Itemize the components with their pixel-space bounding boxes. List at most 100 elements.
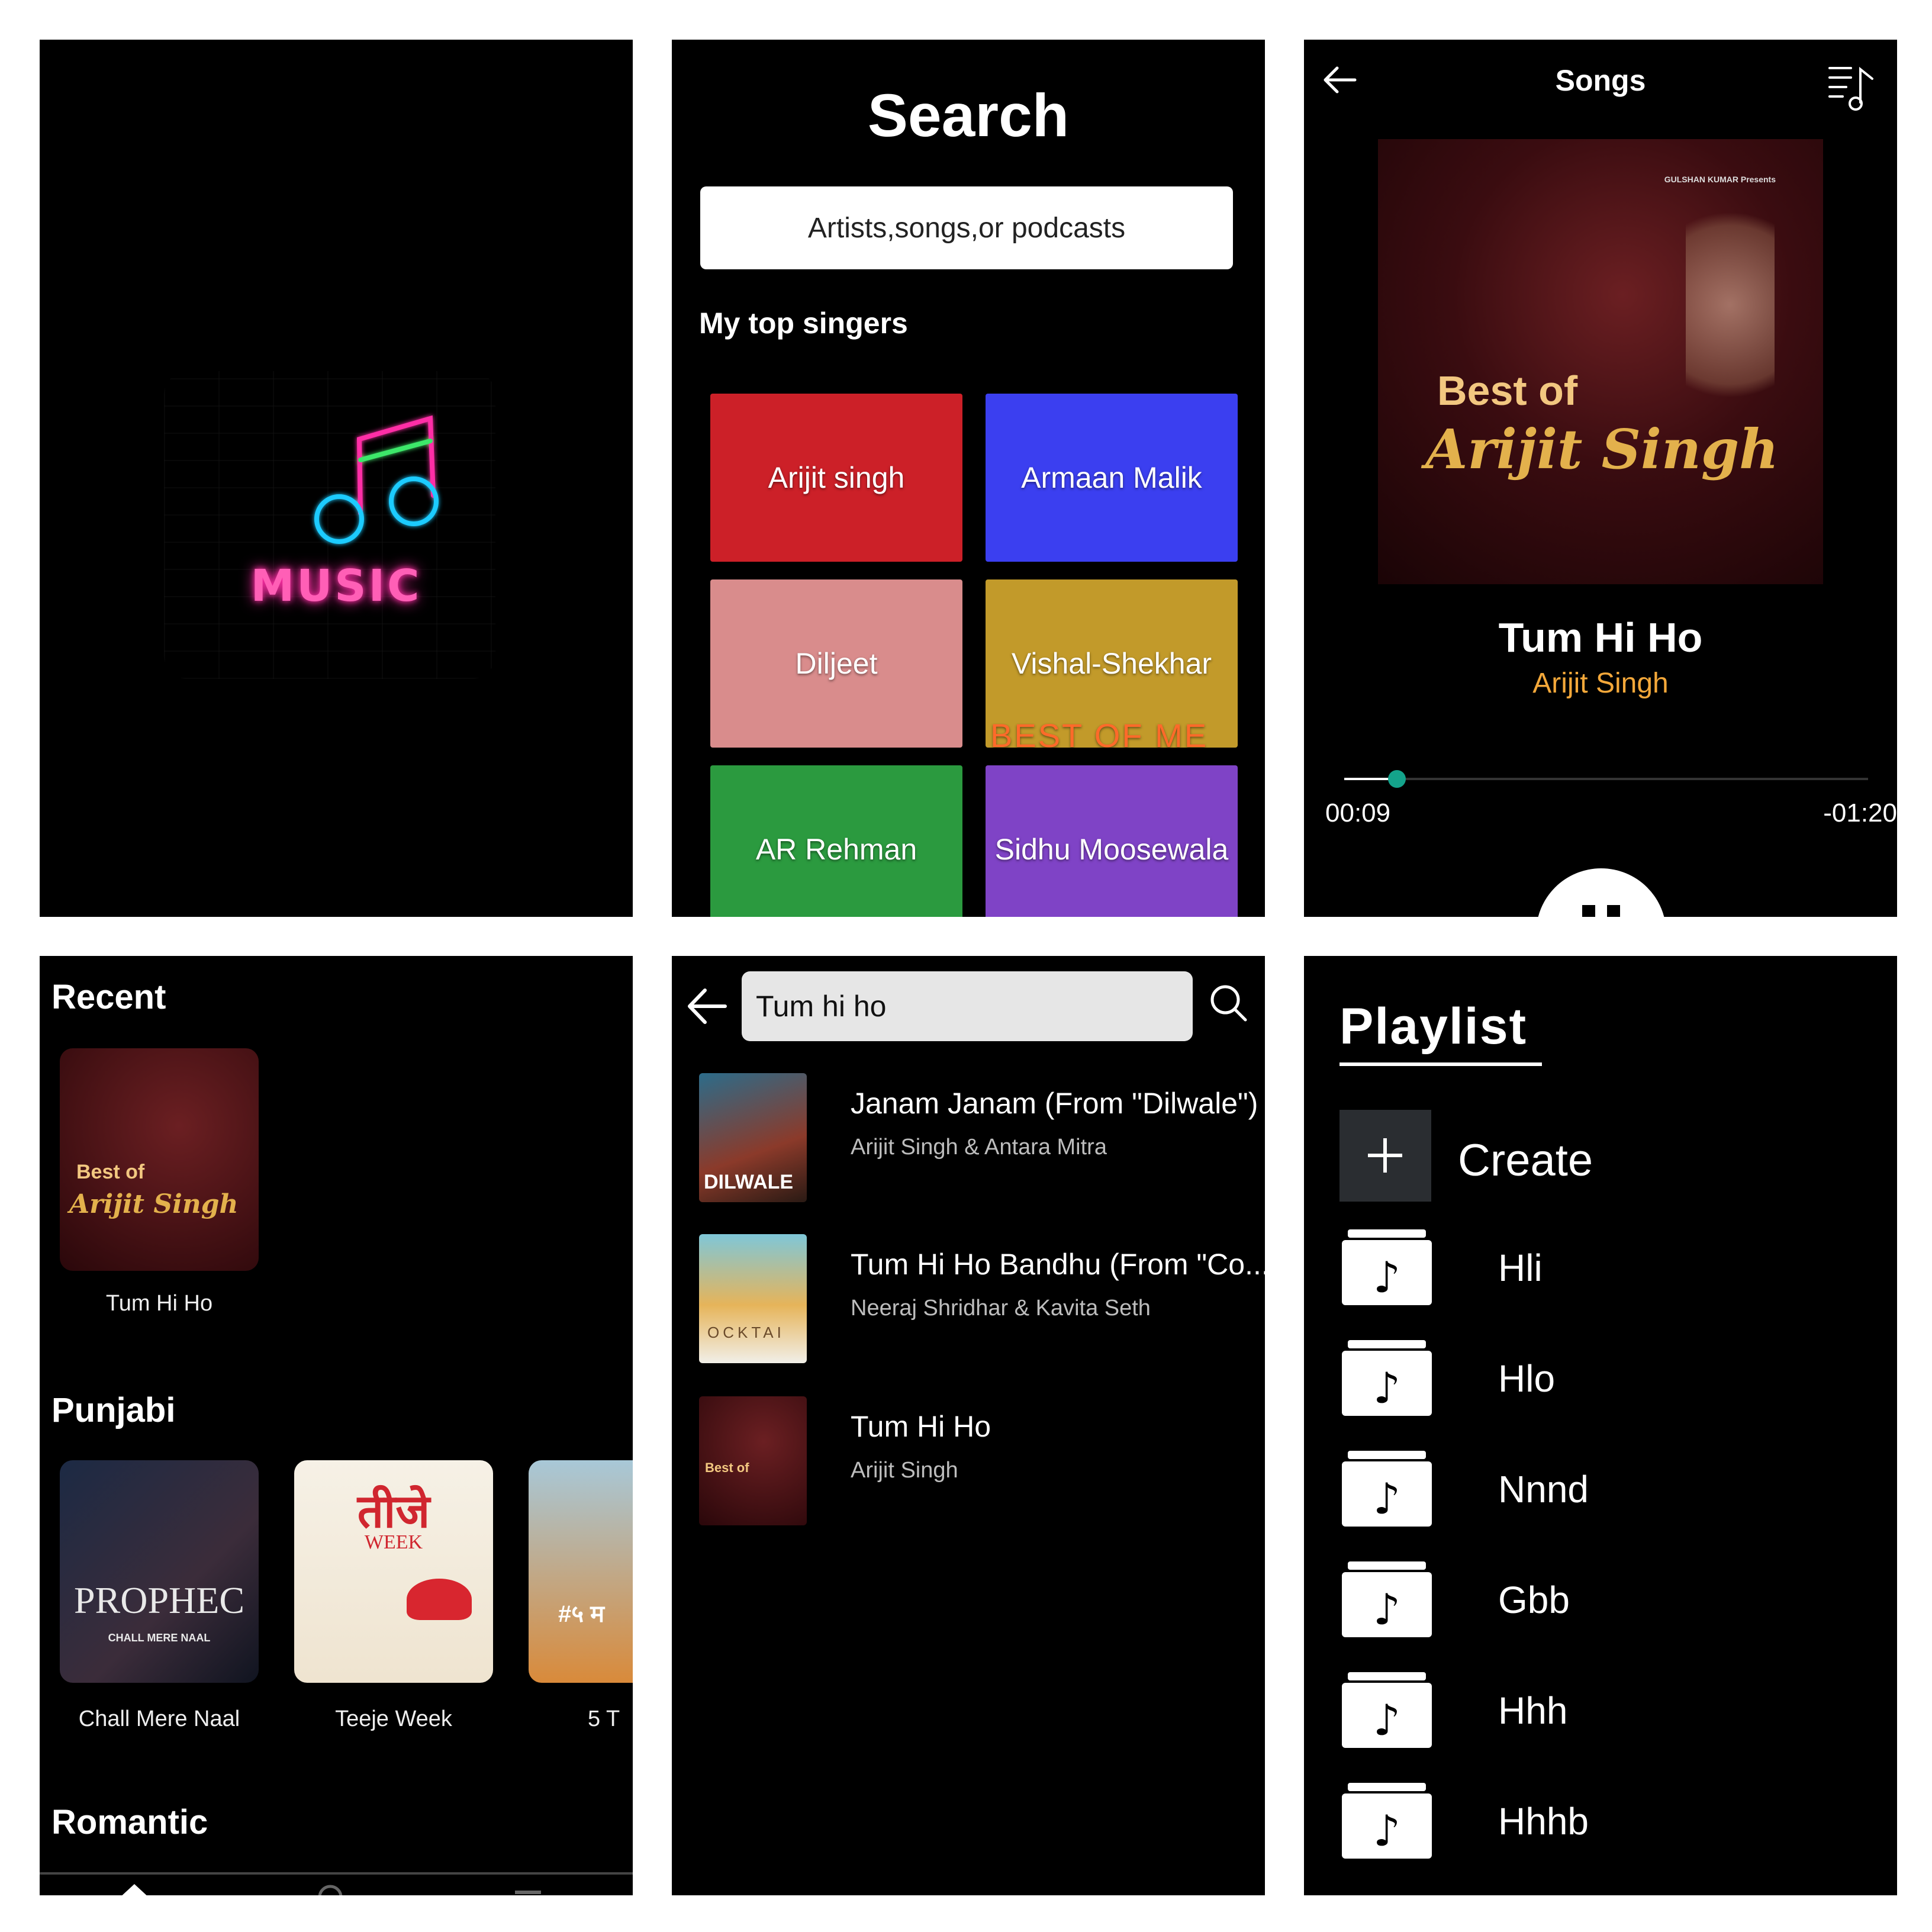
list-item[interactable]: Best of Tum Hi Ho Arijit Singh (699, 1396, 1250, 1527)
playlist-item[interactable]: ♪ Hlo (1339, 1339, 1872, 1422)
album-card[interactable]: तीजे WEEK (294, 1460, 493, 1683)
result-subtitle: Arijit Singh & Antara Mitra (851, 1135, 1107, 1160)
svg-text:♪: ♪ (1373, 1806, 1400, 1856)
music-folder-icon: ♪ (1342, 1340, 1432, 1416)
create-playlist-button[interactable] (1339, 1110, 1431, 1202)
thumbnail-text: OCKTAI (707, 1324, 785, 1341)
singer-tile[interactable]: Diljeet (710, 579, 962, 748)
cover-line2: Arijit Singh (1425, 417, 1779, 481)
result-thumbnail: OCKTAI (699, 1234, 807, 1363)
search-query: Tum hi ho (756, 990, 887, 1023)
svg-text:♪: ♪ (1373, 1474, 1400, 1524)
search-placeholder: Artists,songs,or podcasts (807, 212, 1126, 244)
svg-text:♪: ♪ (1373, 1252, 1400, 1302)
album-card-title: Chall Mere Naal (78, 1706, 240, 1731)
singer-tile-label: Arijit singh (768, 461, 905, 494)
result-title: Tum Hi Ho Bandhu (From "Co... (851, 1248, 1265, 1281)
music-folder-icon: ♪ (1342, 1783, 1432, 1859)
cover-line1: Best of (1437, 368, 1578, 414)
singer-tile-label: Vishal-Shekhar (1011, 647, 1212, 680)
singer-tile[interactable]: Armaan Malik (986, 394, 1238, 562)
back-arrow-icon[interactable] (685, 986, 729, 1027)
plus-icon (1368, 1138, 1402, 1173)
music-folder-icon: ♪ (1342, 1672, 1432, 1748)
library-icon[interactable] (510, 1886, 546, 1895)
pause-icon (1607, 905, 1620, 917)
svg-text:♪: ♪ (1373, 1695, 1400, 1745)
list-item[interactable]: OCKTAI Tum Hi Ho Bandhu (From "Co... Nee… (699, 1234, 1265, 1364)
cover-line1: Best of (76, 1161, 145, 1183)
section-title-punjabi: Punjabi (51, 1391, 176, 1429)
section-title: My top singers (699, 307, 908, 340)
pause-button[interactable] (1536, 868, 1666, 917)
playlist-name: Gbb (1498, 1579, 1570, 1621)
pause-icon (1582, 905, 1595, 917)
svg-text:♪: ♪ (1373, 1585, 1400, 1634)
search-results-screen: Tum hi ho DILWALE Janam Janam (From "Dil… (672, 956, 1265, 1895)
album-card-title: Tum Hi Ho (105, 1291, 213, 1316)
playlist-name: Nnnd (1498, 1468, 1589, 1511)
page-title: Playlist (1339, 998, 1528, 1055)
cover-title-text: #५ म (558, 1601, 605, 1627)
singer-tile[interactable]: AR Rehman (710, 765, 962, 917)
search-icon[interactable] (1208, 982, 1249, 1023)
playlist-name: Hhh (1498, 1689, 1568, 1732)
playlist-item[interactable]: ♪ Hhhb (1339, 1782, 1872, 1865)
album-card[interactable]: #५ म (529, 1460, 633, 1683)
playlist-name: Hhhb (1498, 1800, 1589, 1843)
section-title-recent: Recent (51, 978, 166, 1016)
turban-shape (407, 1579, 472, 1620)
result-subtitle: Arijit Singh (851, 1458, 958, 1483)
player-screen: Songs GULSHAN KUMAR Presents Best of Ari… (1304, 40, 1897, 917)
album-card-title: Teeje Week (335, 1706, 452, 1731)
queue-music-icon[interactable] (1825, 61, 1878, 114)
home-screen: Recent Best of Arijit Singh Tum Hi Ho Pu… (40, 956, 633, 1895)
thumbnail-text: DILWALE (704, 1171, 794, 1193)
album-card[interactable]: PROPHEC CHALL MERE NAAL (60, 1460, 259, 1683)
tile-overlay-text: BEST OF ME (990, 717, 1209, 748)
cover-title-text: PROPHEC (73, 1579, 245, 1621)
singer-photo (1686, 181, 1775, 429)
singer-tile-label: Diljeet (795, 647, 878, 680)
search-input[interactable]: Artists,songs,or podcasts (700, 186, 1233, 269)
page-title: Search (867, 82, 1070, 149)
playlist-item[interactable]: ♪ Hhh (1339, 1671, 1872, 1754)
result-title: Tum Hi Ho (851, 1410, 991, 1443)
bottom-nav (40, 1872, 633, 1895)
cover-line2: Arijit Singh (69, 1189, 239, 1219)
remaining-time: -01:20 (1823, 798, 1897, 827)
playlist-item[interactable]: ♪ Gbb (1339, 1560, 1872, 1643)
singer-tile[interactable]: Vishal-Shekhar BEST OF ME (986, 579, 1238, 748)
title-underline (1339, 1062, 1542, 1066)
result-title: Janam Janam (From "Dilwale") (851, 1087, 1258, 1120)
singer-tile[interactable]: Sidhu Moosewala (986, 765, 1238, 917)
music-folder-icon: ♪ (1342, 1229, 1432, 1305)
create-playlist-label[interactable]: Create (1458, 1135, 1593, 1186)
album-cover: GULSHAN KUMAR Presents Best of Arijit Si… (1378, 139, 1823, 584)
section-title-romantic: Romantic (51, 1803, 208, 1841)
cover-sub-text: CHALL MERE NAAL (108, 1632, 211, 1644)
playlist-item[interactable]: ♪ Hli (1339, 1228, 1872, 1311)
singer-tile-label: Sidhu Moosewala (994, 833, 1229, 866)
home-icon[interactable] (117, 1881, 152, 1895)
singer-tile[interactable]: Arijit singh (710, 394, 962, 562)
singer-tile-label: Armaan Malik (1021, 461, 1202, 494)
music-note-icon (314, 415, 439, 544)
result-thumbnail: DILWALE (699, 1073, 807, 1202)
search-input[interactable]: Tum hi ho (742, 971, 1193, 1041)
seek-track[interactable] (1344, 778, 1868, 780)
playlist-screen: Playlist Create ♪ Hli ♪ Hlo ♪ Nnnd ♪ Gbb… (1304, 956, 1897, 1895)
page-title: Songs (1555, 64, 1646, 97)
seek-handle[interactable] (1388, 770, 1406, 788)
search-screen: Search Artists,songs,or podcasts My top … (672, 40, 1265, 917)
album-card-title: 5 T (588, 1706, 620, 1731)
music-folder-icon: ♪ (1342, 1451, 1432, 1527)
search-icon[interactable] (315, 1882, 350, 1895)
album-card[interactable]: Best of Arijit Singh (60, 1048, 259, 1271)
list-item[interactable]: DILWALE Janam Janam (From "Dilwale") Ari… (699, 1073, 1258, 1203)
music-logo-text: MUSIC (250, 561, 422, 611)
playlist-item[interactable]: ♪ Nnnd (1339, 1450, 1872, 1532)
cover-sub-text: WEEK (364, 1531, 423, 1553)
song-title: Tum Hi Ho (1498, 614, 1703, 661)
splash-screen: MUSIC (40, 40, 633, 917)
